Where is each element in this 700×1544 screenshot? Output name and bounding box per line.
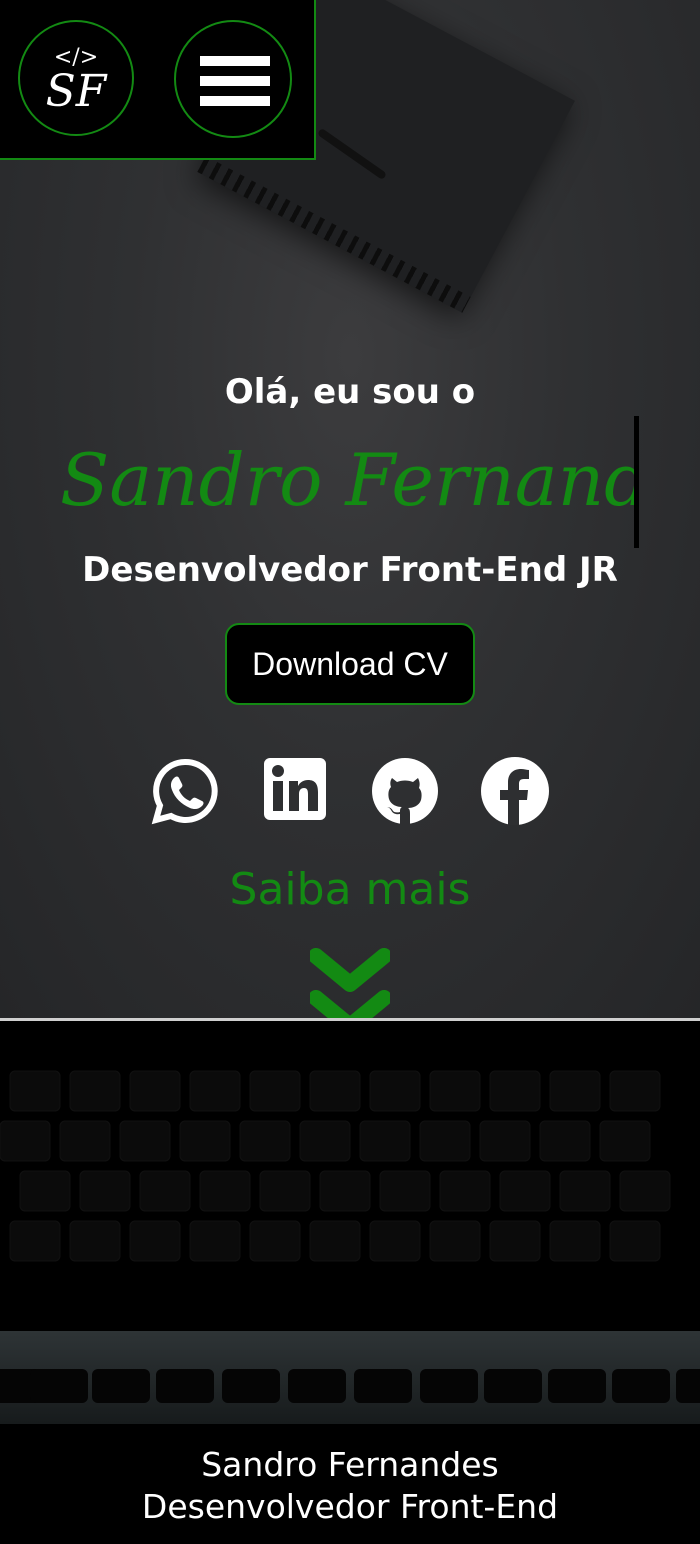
keyboard-background	[0, 1018, 700, 1427]
logo[interactable]: </> SF	[18, 20, 134, 136]
footer-name: Sandro Fernandes	[201, 1445, 499, 1484]
function-keys-image	[0, 1331, 700, 1427]
hero-name: Sandro Fernandes	[60, 438, 634, 522]
github-link[interactable]	[370, 756, 440, 826]
github-icon	[372, 758, 438, 824]
saiba-mais-link[interactable]: Saiba mais	[0, 864, 700, 915]
linkedin-link[interactable]	[262, 756, 332, 826]
top-bar: </> SF	[0, 0, 316, 160]
whatsapp-link[interactable]	[150, 756, 220, 826]
download-cv-button[interactable]: Download CV	[225, 623, 475, 705]
whatsapp-icon	[151, 758, 218, 825]
facebook-icon	[481, 757, 549, 825]
logo-letters: SF	[45, 66, 107, 117]
hamburger-menu-button[interactable]	[174, 20, 292, 138]
hero-role: Desenvolvedor Front-End JR	[82, 550, 618, 590]
footer-role: Desenvolvedor Front-End	[141, 1487, 559, 1526]
greeting: Olá, eu sou o	[224, 372, 476, 412]
keyboard-keys-image	[0, 1070, 671, 1262]
hero-section: </> SF Olá, eu sou o Sandro Fernandes De…	[0, 0, 700, 1018]
typing-caret	[634, 416, 639, 548]
facebook-link[interactable]	[480, 756, 550, 826]
footer: Sandro Fernandes Desenvolvedor Front-End	[0, 1424, 700, 1544]
linkedin-icon	[264, 758, 326, 820]
